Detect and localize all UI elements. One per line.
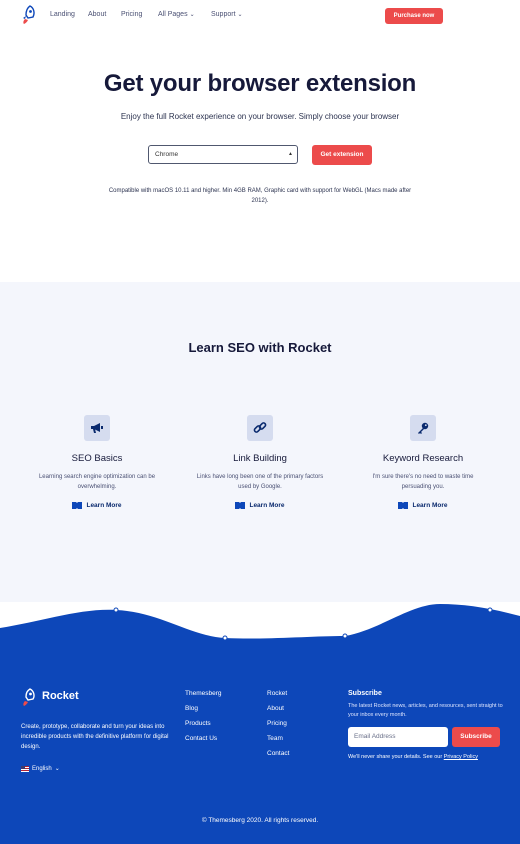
chevron-down-icon: ⌄ xyxy=(189,12,195,18)
learn-more-label: Learn More xyxy=(412,502,448,509)
nav-item-support-label: Support xyxy=(211,11,236,18)
browser-select[interactable]: Chrome ▲ xyxy=(148,145,298,164)
feature-title: Link Building xyxy=(233,453,287,464)
seo-section: Learn SEO with Rocket SEO Basics Learnin… xyxy=(0,282,520,602)
seo-section-title: Learn SEO with Rocket xyxy=(188,340,332,355)
subscribe-description: The latest Rocket news, articles, and re… xyxy=(348,703,503,718)
footer-link-rocket[interactable]: Rocket xyxy=(267,690,289,697)
nav-item-all-pages-label: All Pages xyxy=(158,11,188,18)
footer-link-about[interactable]: About xyxy=(267,705,289,712)
feature-keyword-research: Keyword Research I'm sure there's no nee… xyxy=(358,415,488,509)
wave-dot xyxy=(113,607,119,613)
language-selector[interactable]: English ⌄ xyxy=(21,765,60,772)
learn-more-link[interactable]: Learn More xyxy=(32,502,162,509)
footer-link-contact-us[interactable]: Contact Us xyxy=(185,735,222,742)
hero-title: Get your browser extension xyxy=(103,70,417,97)
footer-links-col-1: Themesberg Blog Products Contact Us xyxy=(185,690,222,750)
footer-links-col-2: Rocket About Pricing Team Contact xyxy=(267,690,289,765)
compatibility-note: Compatible with macOS 10.11 and higher. … xyxy=(108,188,412,204)
browser-select-value: Chrome xyxy=(155,151,179,158)
footer: Rocket Create, prototype, collaborate an… xyxy=(0,640,520,844)
email-field[interactable]: Email Address xyxy=(348,727,448,747)
footer-brand: Rocket xyxy=(42,690,79,702)
language-label: English xyxy=(32,765,52,772)
nav-item-support[interactable]: Support ⌄ xyxy=(211,11,243,18)
hero-subtitle: Enjoy the full Rocket experience on your… xyxy=(120,112,400,121)
footer-link-themesberg[interactable]: Themesberg xyxy=(185,690,222,697)
wave-dot xyxy=(487,607,493,613)
subscribe-title: Subscribe xyxy=(348,690,382,697)
book-icon xyxy=(398,502,409,509)
learn-more-link[interactable]: Learn More xyxy=(195,502,325,509)
nav-item-landing[interactable]: Landing xyxy=(50,11,75,18)
privacy-text: We'll never share your details. See our xyxy=(348,754,443,760)
link-icon xyxy=(247,415,273,441)
privacy-note: We'll never share your details. See our … xyxy=(348,754,478,760)
hero-section: Get your browser extension Enjoy the ful… xyxy=(0,32,520,282)
chevron-down-icon: ⌄ xyxy=(237,12,243,18)
nav-item-about[interactable]: About xyxy=(88,11,106,18)
footer-link-products[interactable]: Products xyxy=(185,720,222,727)
feature-description: Learning search engine optimization can … xyxy=(38,474,156,490)
purchase-now-button[interactable]: Purchase now xyxy=(385,8,443,24)
select-arrows-icon: ▲ xyxy=(288,151,293,157)
learn-more-label: Learn More xyxy=(86,502,122,509)
rocket-logo-icon[interactable] xyxy=(21,688,37,708)
chevron-down-icon: ⌄ xyxy=(54,766,60,772)
learn-more-link[interactable]: Learn More xyxy=(358,502,488,509)
feature-description: Links have long been one of the primary … xyxy=(196,474,324,490)
megaphone-icon xyxy=(84,415,110,441)
footer-description: Create, prototype, collaborate and turn … xyxy=(21,724,169,750)
nav-item-pricing[interactable]: Pricing xyxy=(121,11,142,18)
nav-item-all-pages[interactable]: All Pages ⌄ xyxy=(158,11,195,18)
us-flag-icon xyxy=(21,765,29,772)
wave-dot xyxy=(342,633,348,639)
copyright: © Themesberg 2020. All rights reserved. xyxy=(201,817,319,824)
footer-link-blog[interactable]: Blog xyxy=(185,705,222,712)
get-extension-button[interactable]: Get extension xyxy=(312,145,372,165)
feature-title: Keyword Research xyxy=(382,453,464,464)
key-icon xyxy=(410,415,436,441)
book-icon xyxy=(235,502,246,509)
subscribe-button[interactable]: Subscribe xyxy=(452,727,500,747)
footer-link-contact[interactable]: Contact xyxy=(267,750,289,757)
feature-title: SEO Basics xyxy=(71,453,123,464)
feature-link-building: Link Building Links have long been one o… xyxy=(195,415,325,509)
top-navbar: Landing About Pricing All Pages ⌄ Support… xyxy=(0,0,520,32)
feature-description: I'm sure there's no need to waste time p… xyxy=(372,474,474,490)
privacy-policy-link[interactable]: Privacy Policy xyxy=(444,754,478,760)
footer-link-pricing[interactable]: Pricing xyxy=(267,720,289,727)
book-icon xyxy=(72,502,83,509)
feature-seo-basics: SEO Basics Learning search engine optimi… xyxy=(32,415,162,509)
learn-more-label: Learn More xyxy=(249,502,285,509)
rocket-logo-icon[interactable] xyxy=(21,5,37,27)
footer-link-team[interactable]: Team xyxy=(267,735,289,742)
